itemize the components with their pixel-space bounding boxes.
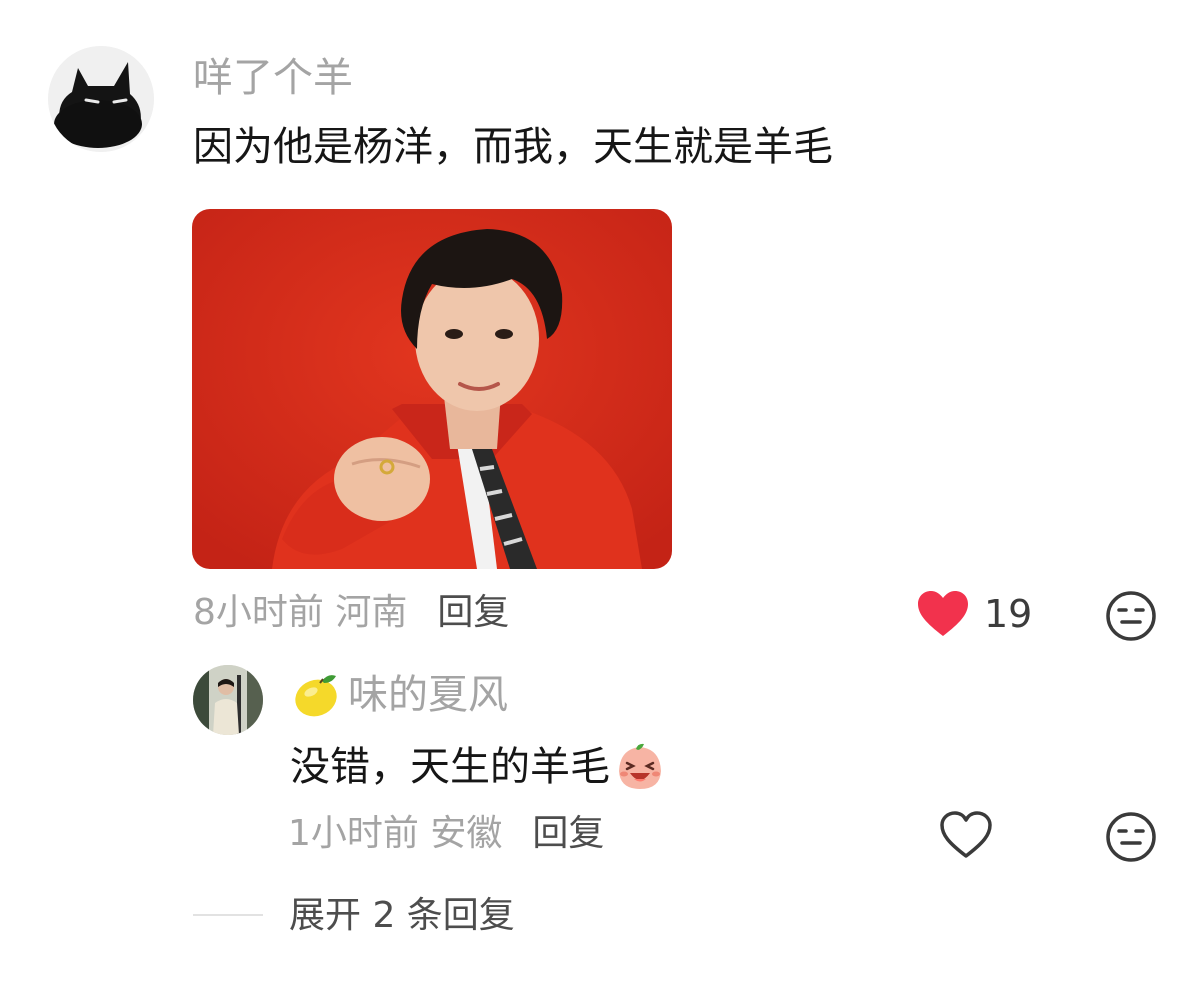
- reply-meta: 1小时前 安徽 回复: [288, 810, 604, 858]
- comment-time-location: 8小时前 河南: [193, 592, 408, 633]
- reply-emoji-reaction-button[interactable]: [1105, 811, 1157, 863]
- emoji-reaction-button[interactable]: [1105, 590, 1157, 642]
- heart-outline-icon: [940, 811, 992, 858]
- reply-button[interactable]: 回复: [437, 592, 509, 633]
- lemon-emoji: [295, 675, 337, 717]
- reply-text: 没错，天生的羊毛: [290, 744, 610, 790]
- like-count: 19: [984, 592, 1033, 636]
- like-button[interactable]: 19: [916, 588, 1032, 640]
- avatar[interactable]: [48, 46, 154, 152]
- reply-time-location: 1小时前 安徽: [288, 813, 503, 854]
- comment-username[interactable]: 咩了个羊: [193, 52, 353, 104]
- comment-text: 因为他是杨洋，而我，天生就是羊毛: [193, 124, 833, 170]
- comment-thread: 咩了个羊 因为他是杨洋，而我，天生就是羊毛 8小时前 河南 回复 19 味的夏风…: [0, 0, 1192, 981]
- laughing-peach-emoji: [619, 743, 661, 789]
- person-avatar-image: [193, 665, 263, 735]
- expand-divider: [193, 914, 263, 916]
- reply-to-reply-button[interactable]: 回复: [532, 813, 604, 854]
- reply-user-row: 味的夏风: [290, 668, 508, 722]
- reply-avatar[interactable]: [193, 665, 263, 735]
- neutral-face-icon: [1106, 812, 1156, 862]
- neutral-face-icon: [1106, 591, 1156, 641]
- reply-username[interactable]: 味的夏风: [348, 669, 508, 721]
- man-in-red-sweater-image: [192, 209, 672, 569]
- reply-comment: 没错，天生的羊毛: [290, 740, 666, 794]
- expand-replies-button[interactable]: 展开 2 条回复: [289, 892, 515, 940]
- black-cat-avatar-image: [48, 46, 154, 152]
- comment-photo[interactable]: [192, 209, 672, 569]
- heart-filled-icon: [918, 591, 968, 636]
- reply-like-button[interactable]: [939, 809, 993, 863]
- comment-meta: 8小时前 河南 回复: [193, 589, 509, 637]
